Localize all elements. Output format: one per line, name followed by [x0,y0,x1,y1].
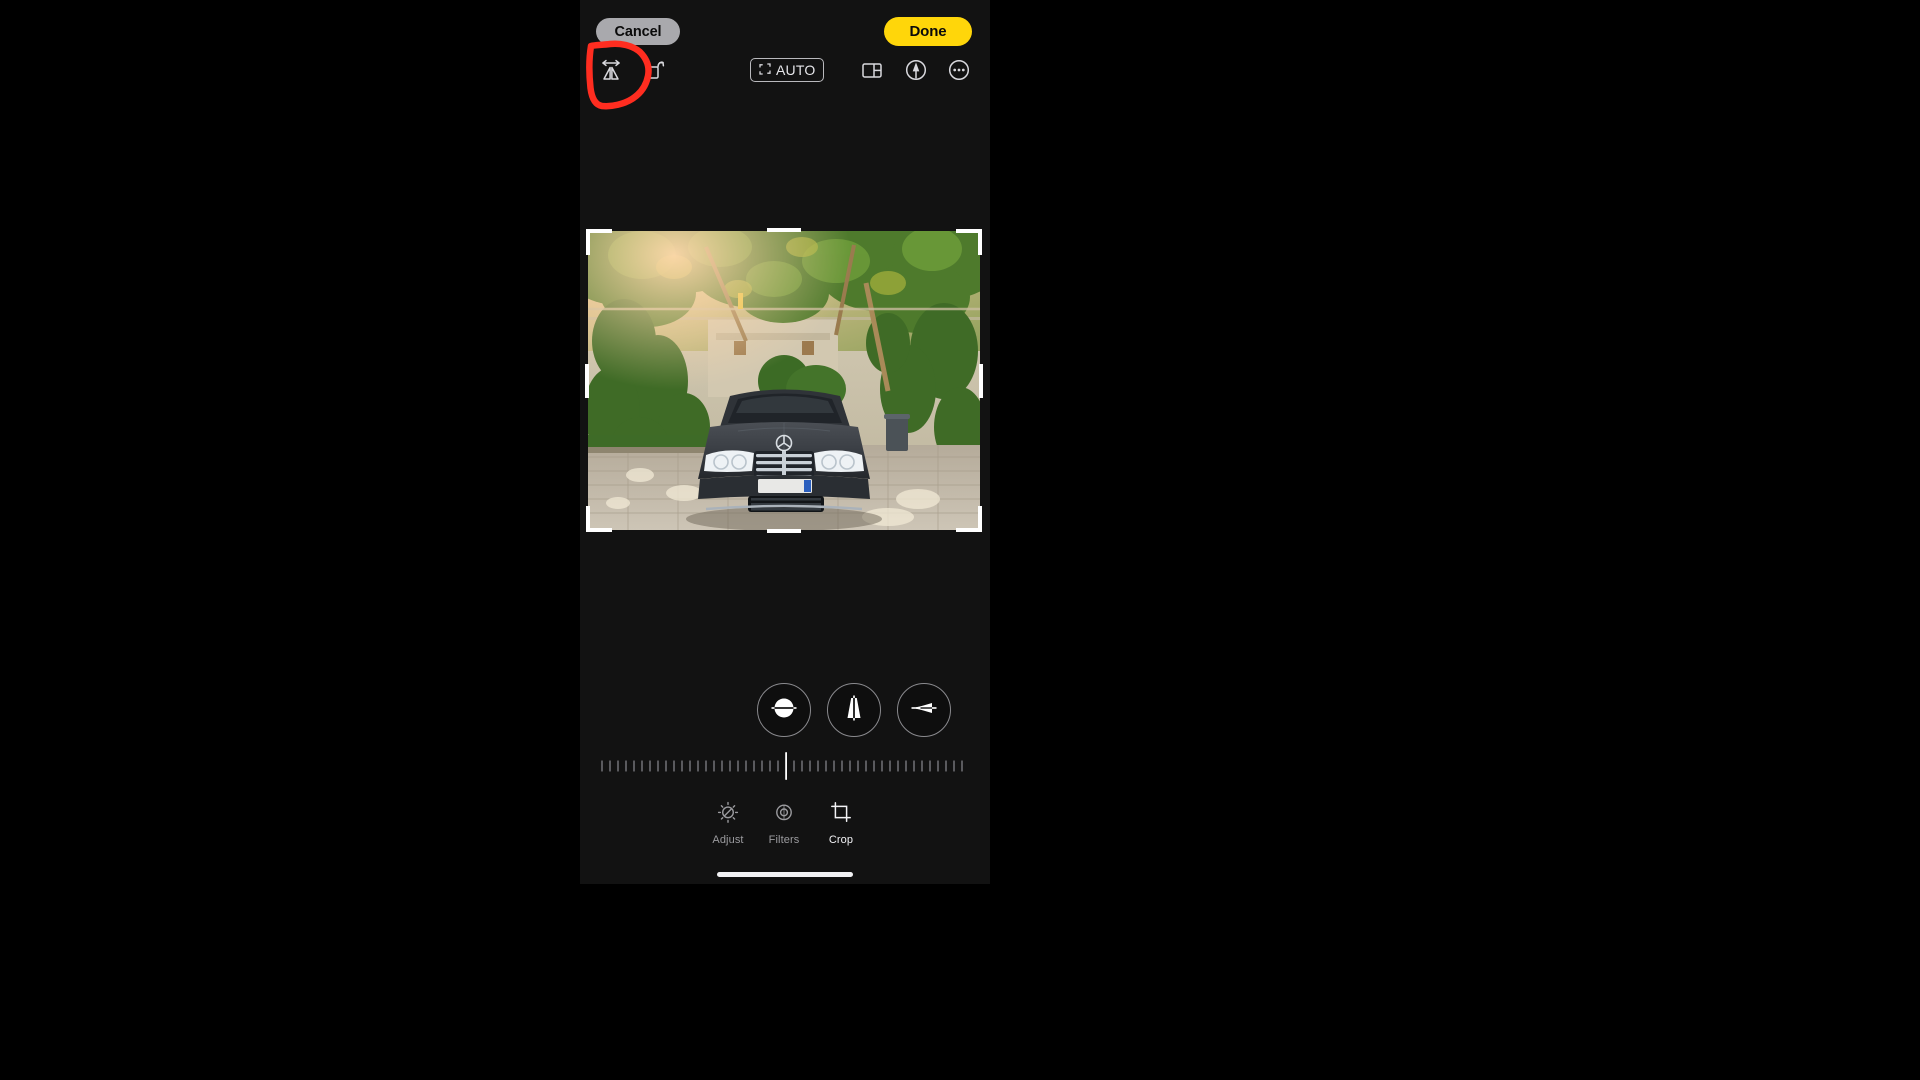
tab-crop-label: Crop [828,834,854,846]
editor-tab-bar: Adjust Filters Crop [580,796,990,856]
crop-handle-bottom-left[interactable] [586,506,590,532]
more-options-button[interactable] [943,54,975,86]
rotate-button[interactable] [638,54,670,86]
done-button[interactable]: Done [884,17,972,46]
adjust-dial-icon [716,800,740,829]
vertical-perspective-button[interactable] [827,683,881,737]
filters-circle-icon [772,800,796,829]
home-indicator [717,872,853,877]
markup-button[interactable] [900,54,932,86]
more-ellipsis-icon [945,56,973,84]
cancel-button-label: Cancel [614,23,662,40]
straighten-button[interactable] [757,683,811,737]
auto-label: AUTO [776,62,816,78]
horizontal-perspective-icon [908,692,940,729]
straighten-ruler-slider[interactable] [600,752,965,780]
tab-adjust-label: Adjust [712,834,744,846]
crop-handle-bottom-center[interactable] [767,529,801,533]
screenshot-canvas: Cancel Done AUTO Adjust Filters Crop [0,0,1920,1080]
phone-screenshot-panel: Cancel Done AUTO Adjust Filters Crop [580,0,990,884]
crop-handle-top-left[interactable] [586,229,590,255]
auto-crop-button[interactable]: AUTO [750,58,825,82]
horizontal-perspective-button[interactable] [897,683,951,737]
straighten-dial-icon [768,692,800,729]
done-button-label: Done [909,23,947,40]
crop-handle-top-right[interactable] [978,229,982,255]
flip-horizontal-button[interactable] [595,54,627,86]
tab-filters-label: Filters [768,834,800,846]
crop-handle-bottom-right[interactable] [978,506,982,532]
photo-image [588,231,980,530]
rotate-icon [639,55,669,85]
aspect-ratio-button[interactable] [856,54,888,86]
flip-horizontal-icon [596,55,626,85]
tab-adjust[interactable]: Adjust [696,800,760,846]
vertical-perspective-icon [838,692,870,729]
crop-handle-left-center[interactable] [585,364,589,398]
aspect-ratio-icon [858,56,886,84]
photo-crop-area[interactable] [585,228,983,533]
tab-filters[interactable]: Filters [752,800,816,846]
markup-pen-icon [902,56,930,84]
tab-crop[interactable]: Crop [809,800,873,846]
auto-brackets-icon [759,62,771,78]
crop-frame-icon [829,800,853,829]
cancel-button[interactable]: Cancel [596,18,680,45]
crop-handle-right-center[interactable] [979,364,983,398]
crop-handle-top-center[interactable] [767,228,801,232]
